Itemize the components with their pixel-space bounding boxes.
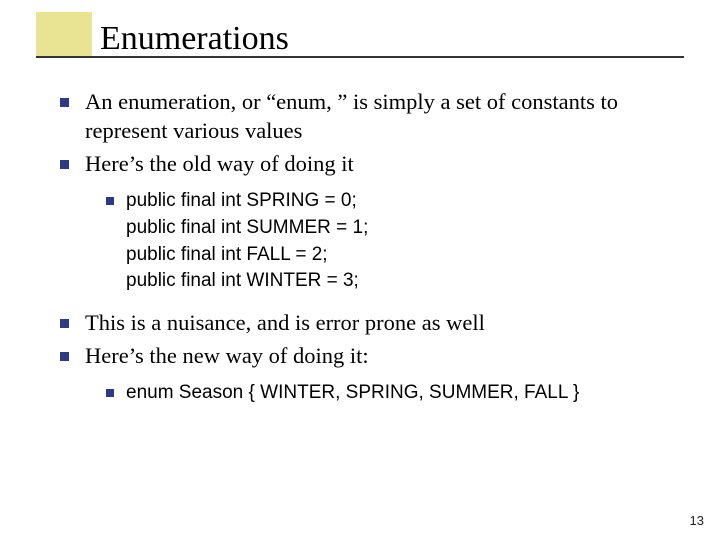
bullet-square-icon <box>60 352 69 361</box>
bullet-level1: Here’s the new way of doing it: <box>60 342 684 371</box>
bullet-level2: public final int SPRING = 0; public fina… <box>60 188 684 294</box>
bullet-text: An enumeration, or “enum, ” is simply a … <box>85 88 684 146</box>
bullet-square-icon <box>60 160 69 169</box>
slide-title: Enumerations <box>36 18 720 58</box>
code-line: public final int SUMMER = 1; <box>126 215 684 242</box>
bullet-text: Here’s the old way of doing it <box>85 150 684 179</box>
bullet-level1: This is a nuisance, and is error prone a… <box>60 309 684 338</box>
title-bar: Enumerations <box>0 0 720 58</box>
bullet-level2: enum Season { WINTER, SPRING, SUMMER, FA… <box>60 380 684 407</box>
page-number: 13 <box>690 513 704 528</box>
bullet-text: Here’s the new way of doing it: <box>85 342 684 371</box>
slide-content: An enumeration, or “enum, ” is simply a … <box>0 58 720 407</box>
code-line: public final int FALL = 2; <box>126 242 684 269</box>
code-line: public final int WINTER = 3; <box>126 268 684 295</box>
code-line: public final int SPRING = 0; <box>126 188 684 215</box>
bullet-square-icon <box>60 319 69 328</box>
bullet-square-icon <box>106 197 114 205</box>
code-block: public final int SPRING = 0; public fina… <box>126 188 684 294</box>
bullet-level1: Here’s the old way of doing it <box>60 150 684 179</box>
bullet-square-icon <box>60 98 69 107</box>
bullet-square-icon <box>106 389 114 397</box>
bullet-text: This is a nuisance, and is error prone a… <box>85 309 684 338</box>
code-block: enum Season { WINTER, SPRING, SUMMER, FA… <box>126 380 684 407</box>
bullet-level1: An enumeration, or “enum, ” is simply a … <box>60 88 684 146</box>
code-line: enum Season { WINTER, SPRING, SUMMER, FA… <box>126 380 684 407</box>
